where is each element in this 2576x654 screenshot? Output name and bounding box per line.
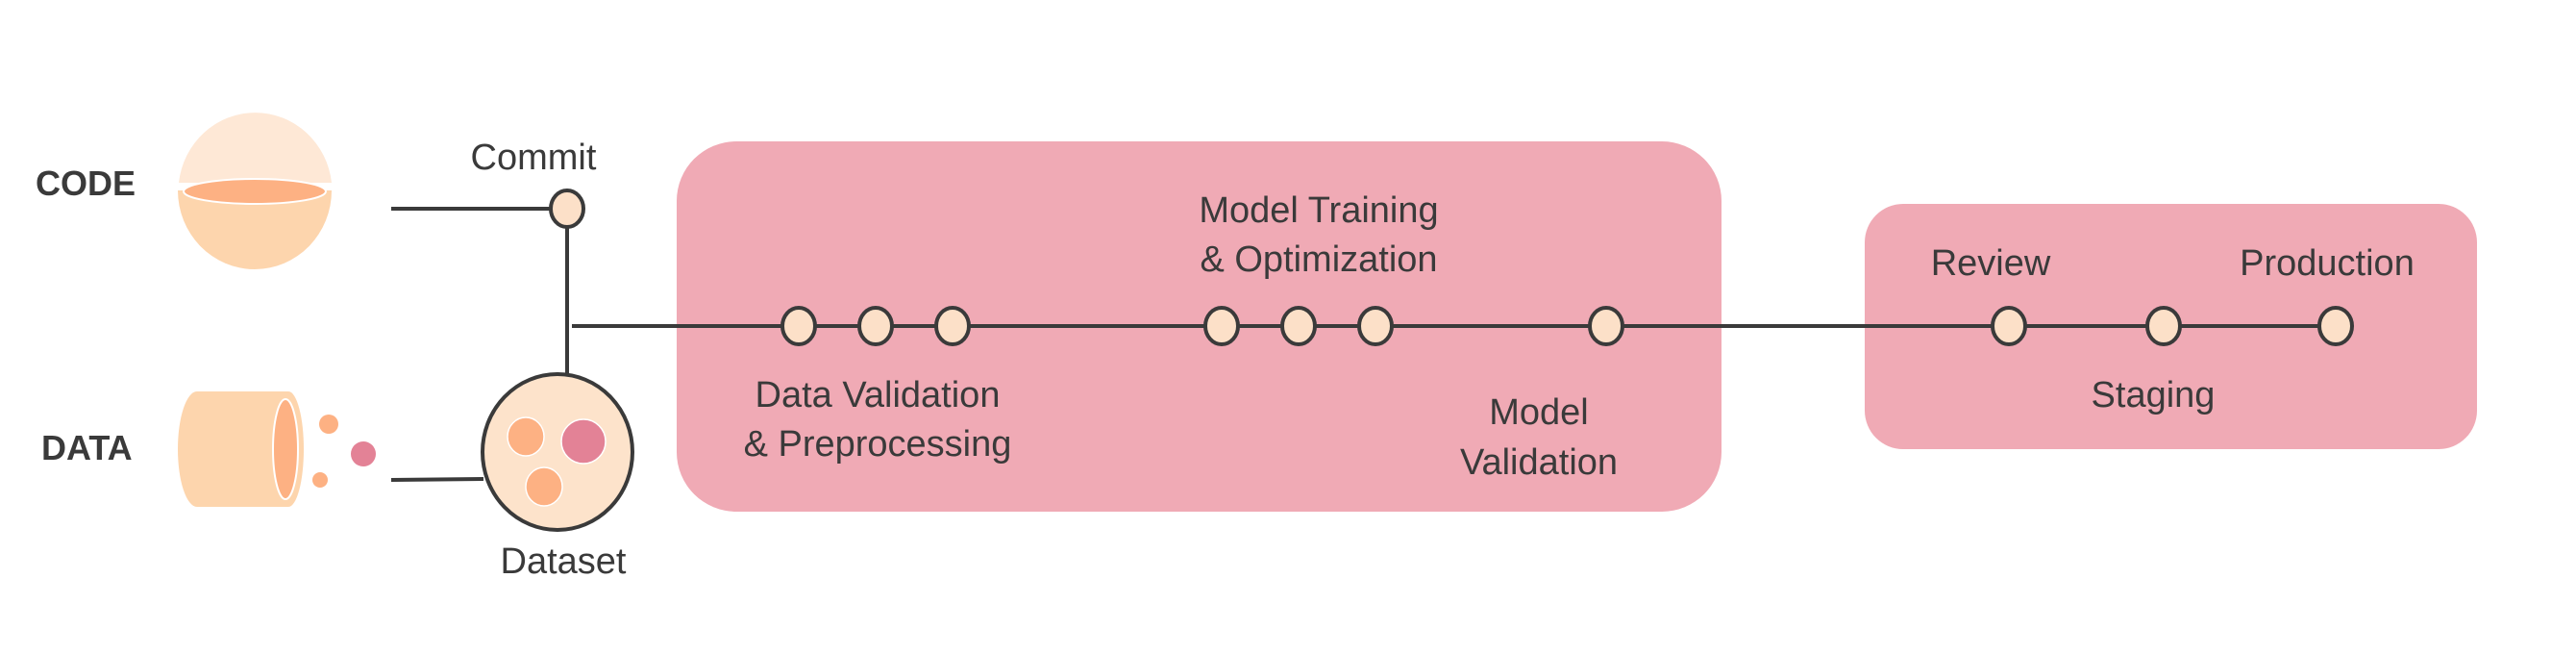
- staging-node: [2145, 306, 2182, 346]
- commit-label: Commit: [471, 138, 597, 178]
- data-label: DATA: [41, 428, 133, 467]
- dataset-node: [481, 372, 634, 532]
- model-validation-label: Model: [1489, 392, 1589, 433]
- data-validation-node-1: [780, 306, 817, 346]
- model-training-label-line2: & Optimization: [1200, 239, 1437, 280]
- review-label: Review: [1931, 243, 2051, 284]
- model-training-node-1: [1203, 306, 1240, 346]
- model-training-node-2: [1280, 306, 1317, 346]
- data-cylinder-icon: [178, 391, 376, 507]
- data-validation-label: Data Validation: [755, 375, 1001, 415]
- model-validation-label-line2: Validation: [1460, 442, 1618, 483]
- production-node: [2317, 306, 2354, 346]
- data-connector: [390, 477, 484, 482]
- mlops-pipeline-diagram: CODE Commit DATA Dataset Model Training …: [36, 113, 2477, 582]
- model-validation-node: [1588, 306, 1624, 346]
- data-validation-node-2: [857, 306, 894, 346]
- model-training-label: Model Training: [1199, 190, 1438, 231]
- code-label: CODE: [36, 164, 136, 203]
- model-training-node-3: [1357, 306, 1394, 346]
- data-validation-label-line2: & Preprocessing: [744, 424, 1012, 465]
- commit-node: [549, 189, 585, 229]
- staging-label: Staging: [2092, 375, 2216, 415]
- production-label: Production: [2240, 243, 2415, 284]
- dataset-label: Dataset: [501, 541, 627, 582]
- data-validation-node-3: [934, 306, 971, 346]
- code-sphere-icon: [178, 113, 332, 269]
- review-node: [1991, 306, 2027, 346]
